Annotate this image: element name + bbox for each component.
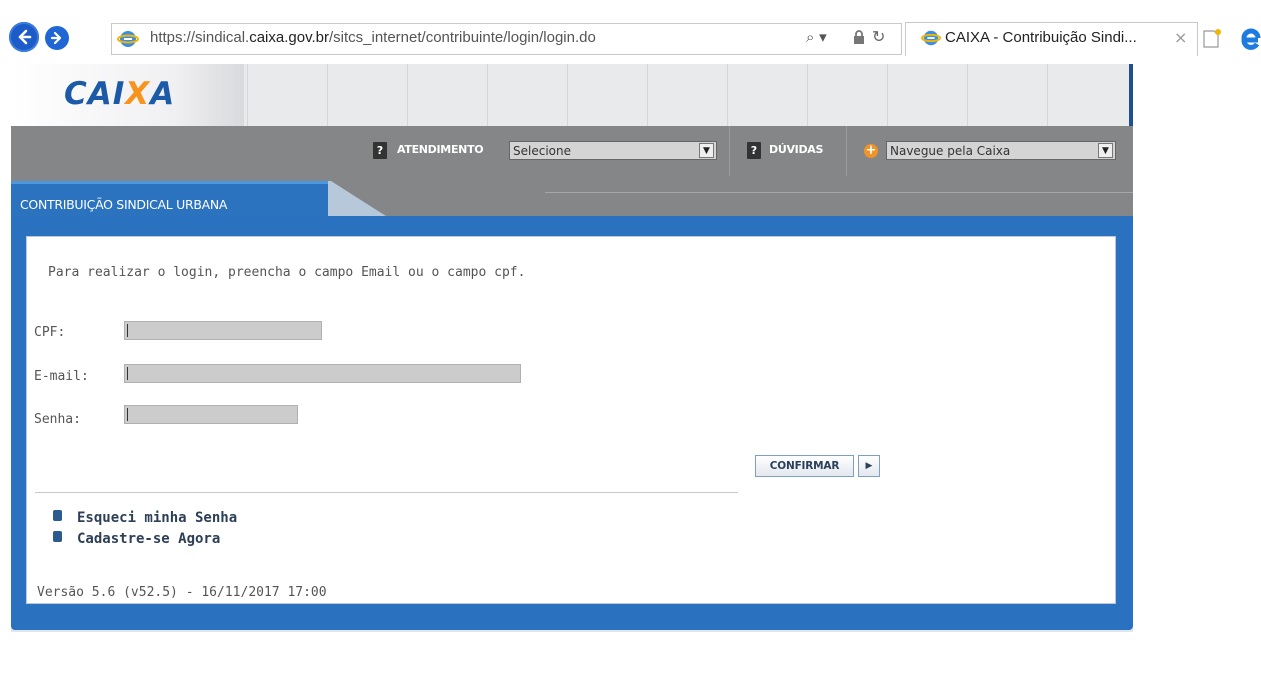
address-url[interactable]: https://sindical.caixa.gov.br/sitcs_inte… — [150, 29, 596, 46]
search-dropdown-icon[interactable]: ⌕ ▾ — [806, 28, 827, 46]
plus-icon: + — [864, 143, 878, 158]
forgot-password-link[interactable]: Esqueci minha Senha — [77, 510, 237, 526]
section-tab-highlight — [11, 181, 328, 184]
tab-row-rule — [545, 192, 1133, 193]
confirm-button[interactable]: CONFIRMAR — [755, 455, 854, 477]
header-grid-cell — [647, 64, 727, 126]
password-input[interactable] — [124, 405, 298, 424]
ie-logo-icon — [1238, 24, 1261, 58]
tab-ie-icon — [921, 28, 941, 52]
header-grid-cell — [407, 64, 487, 126]
atendimento-selected-value: Selecione — [513, 143, 571, 158]
header-grid-cell — [807, 64, 887, 126]
new-tab-icon[interactable] — [1202, 28, 1222, 54]
bullet-icon — [53, 531, 62, 542]
atendimento-label: ATENDIMENTO — [397, 143, 484, 156]
lock-icon[interactable] — [853, 30, 865, 49]
register-link[interactable]: Cadastre-se Agora — [77, 531, 220, 547]
toolbar-divider — [729, 126, 730, 176]
navegue-select[interactable]: Navegue pela Caixa ▼ — [886, 141, 1116, 160]
senha-label: Senha: — [34, 412, 81, 427]
section-title: CONTRIBUIÇÃO SINDICAL URBANA — [20, 197, 228, 212]
email-label: E-mail: — [34, 369, 89, 384]
caixa-logo[interactable]: CAIXA — [64, 76, 175, 112]
help-icon: ? — [747, 142, 761, 159]
bullet-icon — [53, 510, 62, 521]
login-instructions: Para realizar o login, preencha o campo … — [48, 265, 526, 280]
refresh-icon[interactable]: ↻ — [872, 27, 885, 46]
browser-tab-title: CAIXA - Contribuição Sindi... — [945, 29, 1137, 46]
atendimento-select[interactable]: Selecione ▼ — [509, 141, 717, 160]
navegue-selected-value: Navegue pela Caixa — [890, 143, 1011, 158]
close-tab-icon[interactable]: × — [1174, 28, 1187, 47]
header-grid-cell — [567, 64, 647, 126]
header-grid-cell — [1047, 64, 1127, 126]
help-icon: ? — [373, 142, 387, 159]
email-input[interactable] — [124, 364, 521, 383]
header-grid-cell — [327, 64, 407, 126]
version-text: Versão 5.6 (v52.5) - 16/11/2017 17:00 — [37, 585, 327, 600]
toolbar-divider — [846, 126, 847, 176]
header-grid-cell — [727, 64, 807, 126]
header-grid-cell — [967, 64, 1047, 126]
header-grid-cell — [247, 64, 327, 126]
browser-back-button[interactable] — [9, 22, 39, 52]
cpf-input[interactable] — [124, 321, 322, 340]
chevron-down-icon[interactable]: ▼ — [699, 143, 714, 158]
arrow-right-icon — [50, 31, 62, 45]
duvidas-link[interactable]: DÚVIDAS — [769, 143, 823, 156]
form-divider — [35, 492, 738, 493]
play-arrow-icon[interactable]: ▶ — [858, 455, 880, 477]
browser-forward-button[interactable] — [45, 26, 69, 50]
chevron-down-icon[interactable]: ▼ — [1098, 143, 1113, 158]
ie-page-icon — [117, 28, 139, 54]
header-accent-bar — [1129, 64, 1133, 126]
arrow-left-icon — [18, 29, 32, 45]
header-grid-cell — [887, 64, 967, 126]
cpf-label: CPF: — [34, 325, 66, 340]
header-grid-cell — [487, 64, 567, 126]
